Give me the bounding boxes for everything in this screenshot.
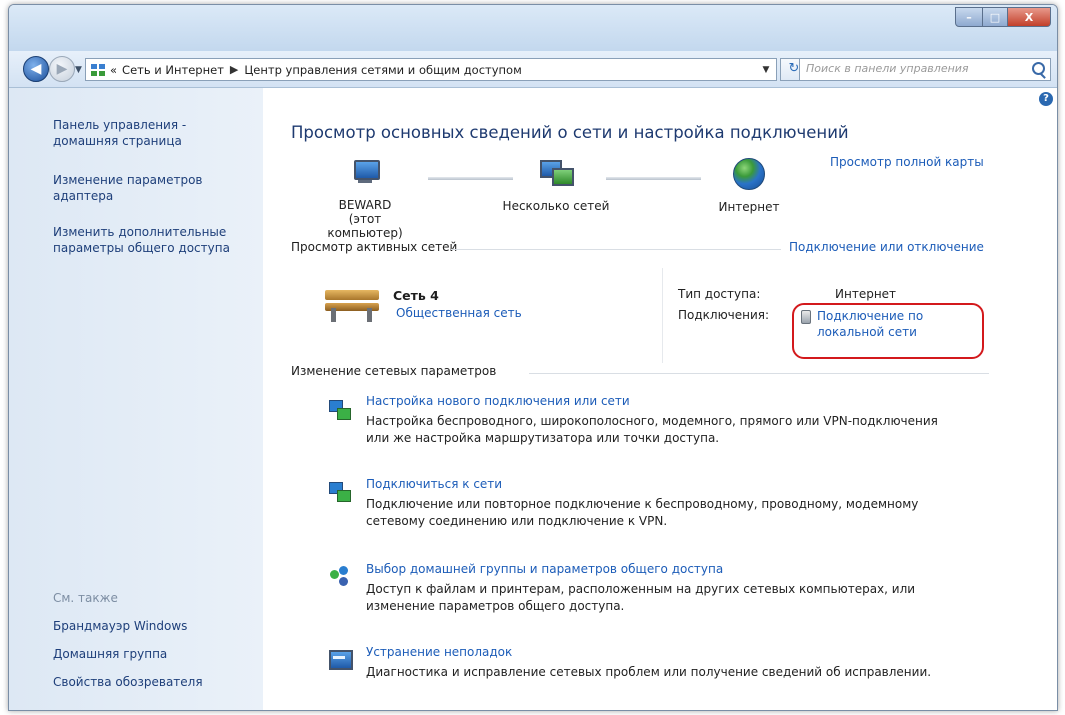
map-computer-node[interactable]: BEWARD (этот компьютер) xyxy=(315,160,415,240)
task-homegroup: Выбор домашней группы и параметров общег… xyxy=(366,562,986,615)
red-highlight-annotation xyxy=(792,303,984,359)
network-folder-icon xyxy=(90,63,106,77)
back-arrow-icon[interactable]: ◀ xyxy=(23,56,49,82)
main-content: ? Просмотр основных сведений о сети и на… xyxy=(263,88,1057,710)
active-networks-header: Просмотр активных сетей xyxy=(291,240,458,254)
network-type-link[interactable]: Общественная сеть xyxy=(396,306,522,320)
homegroup-icon[interactable] xyxy=(327,564,353,588)
task-homegroup-link[interactable]: Выбор домашней группы и параметров общег… xyxy=(366,562,986,576)
computer-sublabel: (этот компьютер) xyxy=(327,212,403,240)
breadcrumb-network-center[interactable]: Центр управления сетями и общим доступом xyxy=(244,63,521,77)
task-troubleshoot: Устранение неполадок Диагностика и испра… xyxy=(366,645,986,681)
address-bar[interactable]: « Сеть и Интернет ▶ Центр управления сет… xyxy=(85,58,777,81)
vertical-divider xyxy=(662,268,663,363)
computer-icon xyxy=(348,160,382,186)
search-input[interactable] xyxy=(800,59,1021,78)
task-homegroup-desc: Доступ к файлам и принтерам, расположенн… xyxy=(366,582,916,596)
connections-label: Подключения: xyxy=(678,308,770,322)
task-connect-network-link[interactable]: Подключиться к сети xyxy=(366,477,986,491)
computer-name: BEWARD xyxy=(338,198,392,212)
recent-pages-dropdown[interactable]: ▼ xyxy=(75,65,82,75)
sidebar-home-link[interactable]: Панель управления - домашняя страница xyxy=(53,117,253,149)
section-divider xyxy=(451,249,781,250)
internet-label: Интернет xyxy=(718,200,780,214)
sidebar-internet-options-link[interactable]: Свойства обозревателя xyxy=(53,674,253,690)
address-dropdown-icon[interactable]: ▼ xyxy=(756,65,776,75)
public-network-bench-icon[interactable] xyxy=(325,286,379,322)
multiple-networks-icon xyxy=(538,158,574,186)
breadcrumb-prefix[interactable]: « xyxy=(110,63,117,77)
access-type-label: Тип доступа: xyxy=(678,287,761,301)
breadcrumb-chevron-icon[interactable]: ▶ xyxy=(230,63,238,76)
globe-icon xyxy=(733,158,765,190)
access-type-value: Интернет xyxy=(835,287,897,301)
networks-label: Несколько сетей xyxy=(502,199,610,213)
map-internet-node[interactable]: Интернет xyxy=(709,158,789,214)
sidebar-firewall-link[interactable]: Брандмауэр Windows xyxy=(53,618,253,634)
caption-buttons: – □ X xyxy=(955,7,1051,27)
control-panel-window: – □ X ◀ ▶ ▼ « Сеть и Интернет ▶ Центр уп… xyxy=(8,4,1058,711)
sidebar-adapter-settings-link[interactable]: Изменение параметров адаптера xyxy=(53,172,223,204)
forward-arrow-icon[interactable]: ▶ xyxy=(49,56,75,82)
connect-disconnect-link[interactable]: Подключение или отключение xyxy=(789,240,984,254)
task-new-connection-desc: или же настройка маршрутизатора или точк… xyxy=(366,431,720,445)
page-title: Просмотр основных сведений о сети и наст… xyxy=(291,123,849,142)
maximize-button[interactable]: □ xyxy=(983,7,1008,27)
task-troubleshoot-desc: Диагностика и исправление сетевых пробле… xyxy=(366,665,932,679)
task-new-connection-link[interactable]: Настройка нового подключения или сети xyxy=(366,394,986,408)
task-new-connection-desc: Настройка беспроводного, широкополосного… xyxy=(366,414,938,428)
title-bar: – □ X xyxy=(9,5,1057,51)
task-connect-network-desc: Подключение или повторное подключение к … xyxy=(366,497,919,511)
task-homegroup-desc: изменение параметров общего доступа. xyxy=(366,599,625,613)
close-button[interactable]: X xyxy=(1008,7,1051,27)
see-also-label: См. также xyxy=(53,591,118,605)
full-map-link[interactable]: Просмотр полной карты xyxy=(830,155,984,169)
network-name: Сеть 4 xyxy=(393,288,439,303)
navigation-bar: ◀ ▶ ▼ « Сеть и Интернет ▶ Центр управлен… xyxy=(9,51,1057,88)
breadcrumb-network-internet[interactable]: Сеть и Интернет xyxy=(122,63,224,77)
help-icon[interactable]: ? xyxy=(1039,92,1053,106)
task-connect-network: Подключиться к сети Подключение или повт… xyxy=(366,477,986,530)
connect-network-icon[interactable] xyxy=(327,480,353,504)
section-divider xyxy=(529,373,989,374)
task-troubleshoot-link[interactable]: Устранение неполадок xyxy=(366,645,986,659)
sidebar-sharing-settings-link[interactable]: Изменить дополнительные параметры общего… xyxy=(53,224,243,256)
search-box xyxy=(799,58,1051,81)
change-settings-header: Изменение сетевых параметров xyxy=(291,364,497,378)
map-networks-node[interactable]: Несколько сетей xyxy=(496,158,616,213)
minimize-button[interactable]: – xyxy=(955,7,983,27)
map-connector-line xyxy=(606,177,701,180)
sidebar: Панель управления - домашняя страница Из… xyxy=(9,88,263,710)
search-icon[interactable] xyxy=(1032,62,1045,75)
troubleshoot-icon[interactable] xyxy=(327,647,353,671)
sidebar-homegroup-link[interactable]: Домашняя группа xyxy=(53,646,253,662)
task-new-connection: Настройка нового подключения или сети На… xyxy=(366,394,986,447)
network-setup-icon[interactable] xyxy=(327,398,353,422)
task-connect-network-desc: сетевому соединению или подключение к VP… xyxy=(366,514,668,528)
